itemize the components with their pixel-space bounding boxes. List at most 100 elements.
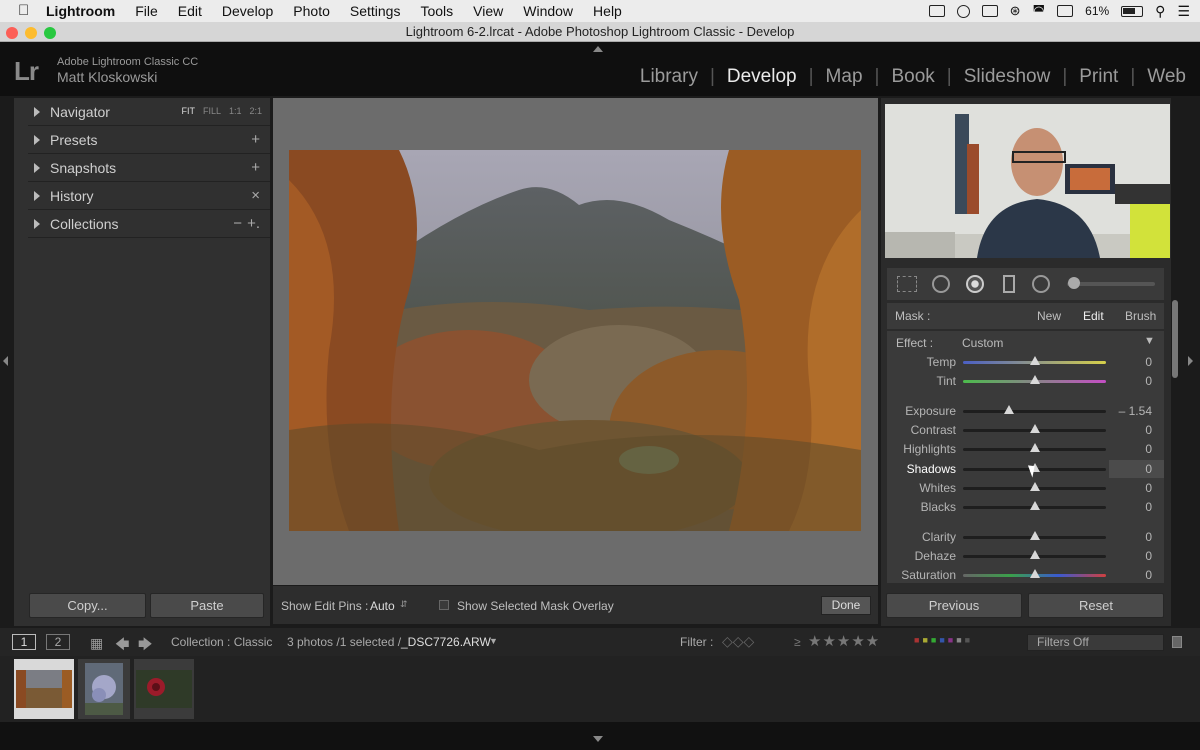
filmstrip-thumbnail[interactable]: [78, 659, 130, 719]
slider-label[interactable]: Dehaze: [915, 549, 956, 563]
menu-develop[interactable]: Develop: [222, 3, 273, 19]
slider-label[interactable]: Whites: [919, 481, 956, 495]
collections-header[interactable]: Collections − +.: [28, 210, 270, 238]
slider-label[interactable]: Temp: [927, 355, 956, 369]
menu-settings[interactable]: Settings: [350, 3, 401, 19]
module-map[interactable]: Map: [826, 66, 863, 88]
menu-view[interactable]: View: [473, 3, 503, 19]
close-window-button[interactable]: [6, 27, 18, 39]
zoom-fit[interactable]: FIT: [181, 106, 195, 116]
rating-operator[interactable]: ≥: [794, 635, 801, 649]
zoom-1-1[interactable]: 1:1: [229, 106, 242, 116]
slider-label[interactable]: Contrast: [911, 423, 956, 437]
slider-value[interactable]: 0: [1145, 481, 1152, 495]
radial-filter-icon[interactable]: [1032, 275, 1050, 293]
spotlight-search-icon[interactable]: ⚲: [1155, 3, 1165, 20]
screen-icon[interactable]: [981, 5, 998, 17]
zoom-fill[interactable]: FILL: [203, 106, 221, 116]
star-rating-filter-icons[interactable]: ★★★★★: [808, 632, 880, 650]
spot-removal-icon[interactable]: [932, 275, 950, 293]
menu-edit[interactable]: Edit: [178, 3, 202, 19]
slider-label[interactable]: Exposure: [905, 404, 956, 418]
slider-label[interactable]: Tint: [936, 374, 956, 388]
clear-history-button[interactable]: ×: [251, 187, 260, 204]
zoom-2-1[interactable]: 2:1: [249, 106, 262, 116]
module-print[interactable]: Print: [1079, 66, 1118, 88]
done-button[interactable]: Done: [821, 596, 871, 615]
slider-track[interactable]: [963, 410, 1106, 413]
history-header[interactable]: History ×: [28, 182, 270, 210]
slider-value[interactable]: 0: [1145, 442, 1152, 456]
reset-button[interactable]: Reset: [1028, 593, 1164, 618]
red-eye-icon[interactable]: [966, 275, 984, 293]
snapshots-header[interactable]: Snapshots +: [28, 154, 270, 182]
slider-label[interactable]: Saturation: [901, 568, 956, 582]
mask-new-button[interactable]: New: [1037, 309, 1061, 323]
slider-thumb[interactable]: [1029, 501, 1040, 510]
menu-window[interactable]: Window: [523, 3, 573, 19]
slider-label[interactable]: Clarity: [922, 530, 956, 544]
menu-file[interactable]: File: [135, 3, 158, 19]
mask-edit-button[interactable]: Edit: [1083, 309, 1104, 323]
right-panel-scrollbar[interactable]: [1172, 300, 1178, 378]
mask-overlay-checkbox[interactable]: [439, 600, 449, 610]
effect-dropdown-icon[interactable]: ▼: [1144, 335, 1155, 347]
edit-pins-select[interactable]: Auto: [370, 599, 395, 613]
chevron-updown-icon[interactable]: ⇵: [400, 599, 408, 610]
main-photo[interactable]: [289, 150, 861, 531]
minimize-window-button[interactable]: [25, 27, 37, 39]
wifi-icon[interactable]: ◚: [1033, 3, 1046, 19]
back-arrow-icon[interactable]: 🡄: [115, 634, 129, 658]
mask-brush-button[interactable]: Brush: [1125, 309, 1156, 323]
menu-photo[interactable]: Photo: [293, 3, 330, 19]
adjustment-brush-icon[interactable]: [1068, 277, 1080, 289]
camera-status-icon[interactable]: [928, 5, 945, 17]
module-book[interactable]: Book: [891, 66, 934, 88]
filename-dropdown-icon[interactable]: ▼: [489, 636, 498, 646]
slider-label[interactable]: Highlights: [903, 442, 956, 456]
filmstrip-toggle-icon[interactable]: [593, 736, 603, 742]
paste-settings-button[interactable]: Paste: [150, 593, 264, 618]
window-2-button[interactable]: 2: [46, 634, 70, 650]
menu-tools[interactable]: Tools: [420, 3, 453, 19]
bluetooth-icon[interactable]: ⊛: [1010, 3, 1021, 19]
slider-label[interactable]: Blacks: [921, 500, 956, 514]
slider-value[interactable]: 0: [1145, 374, 1152, 388]
slider-value[interactable]: 0: [1145, 462, 1152, 476]
effect-preset-select[interactable]: Custom: [962, 336, 1003, 350]
module-slideshow[interactable]: Slideshow: [964, 66, 1051, 88]
left-panel-toggle-icon[interactable]: [3, 356, 8, 366]
slider-value[interactable]: 0: [1145, 355, 1152, 369]
brush-size-track[interactable]: [1067, 282, 1155, 286]
slider-label[interactable]: Shadows: [907, 462, 956, 476]
module-library[interactable]: Library: [640, 66, 698, 88]
collection-source[interactable]: Collection : Classic: [171, 635, 272, 649]
zoom-window-button[interactable]: [44, 27, 56, 39]
right-panel-toggle-icon[interactable]: [1188, 356, 1193, 366]
add-snapshot-button[interactable]: +: [251, 159, 260, 176]
filmstrip-thumbnail-selected[interactable]: [14, 659, 74, 719]
forward-arrow-icon[interactable]: 🡆: [138, 634, 152, 658]
notification-center-icon[interactable]: ☰: [1177, 3, 1190, 20]
airplay-icon[interactable]: [1057, 5, 1074, 17]
filters-off-select[interactable]: Filters Off: [1027, 634, 1164, 651]
module-web[interactable]: Web: [1147, 66, 1186, 88]
add-preset-button[interactable]: +: [251, 131, 260, 148]
presets-header[interactable]: Presets +: [28, 126, 270, 154]
menu-app-lightroom[interactable]: Lightroom: [46, 3, 115, 19]
slider-thumb[interactable]: [1029, 482, 1040, 491]
slider-thumb[interactable]: [1029, 356, 1040, 365]
battery-icon[interactable]: [1121, 5, 1144, 17]
slider-value[interactable]: 0: [1145, 568, 1152, 582]
slider-value[interactable]: 0: [1145, 549, 1152, 563]
slider-value[interactable]: – 1.54: [1119, 404, 1152, 418]
slider-thumb[interactable]: [1029, 531, 1040, 540]
slider-thumb[interactable]: [1029, 443, 1040, 452]
slider-thumb[interactable]: [1029, 424, 1040, 433]
top-panel-toggle-icon[interactable]: [593, 46, 603, 52]
filmstrip-thumbnail[interactable]: [134, 659, 194, 719]
color-label-filter-icons[interactable]: ■■■■■■■: [914, 635, 973, 645]
module-develop[interactable]: Develop: [727, 66, 797, 88]
remove-collection-button[interactable]: −: [233, 215, 242, 232]
apple-menu-icon[interactable]: : [18, 3, 34, 19]
